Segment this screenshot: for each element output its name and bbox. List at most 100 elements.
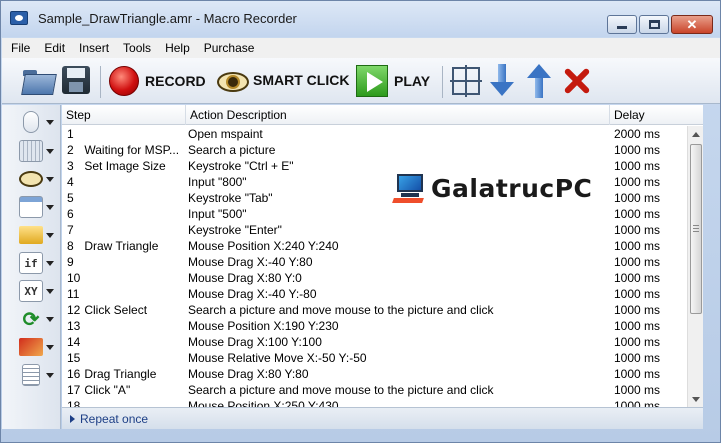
step-number: 1 — [67, 127, 74, 141]
step-cell: 7 — [67, 222, 187, 238]
scroll-down-button[interactable] — [688, 391, 704, 407]
move-down-button[interactable] — [490, 64, 514, 98]
move-up-button[interactable] — [527, 64, 551, 98]
step-number: 9 — [67, 255, 74, 269]
scrollbar-thumb[interactable] — [690, 144, 702, 314]
step-number: 3 — [67, 159, 74, 173]
menu-tools[interactable]: Tools — [116, 41, 158, 55]
step-number: 18 — [67, 399, 81, 407]
table-row[interactable]: 6 Input "500" 1000 ms — [62, 206, 703, 222]
window-action-button[interactable] — [19, 194, 61, 220]
save-icon — [62, 66, 90, 94]
loop-action-button[interactable]: ⟳ — [19, 306, 61, 332]
xy-action-button[interactable]: XY — [19, 278, 61, 304]
step-number: 8 — [67, 239, 74, 253]
step-label: Click Select — [84, 303, 148, 317]
action-description-cell: Mouse Position X:190 Y:230 — [188, 319, 339, 333]
mouse-action-button[interactable] — [19, 109, 61, 135]
table-row[interactable]: 18 Mouse Position X:250 Y:430 1000 ms — [62, 398, 703, 407]
menu-file[interactable]: File — [4, 41, 37, 55]
chevron-down-icon — [692, 396, 700, 402]
menu-help[interactable]: Help — [158, 41, 197, 55]
action-description-cell: Mouse Relative Move X:-50 Y:-50 — [188, 351, 367, 365]
save-button[interactable] — [62, 66, 90, 94]
play-label: PLAY — [394, 73, 431, 89]
smart-click-button[interactable]: SMART CLICK — [217, 70, 350, 92]
repeat-option-link[interactable]: Repeat once — [80, 412, 148, 426]
step-cell: 12 Click Select — [67, 302, 187, 318]
action-description-cell: Mouse Drag X:80 Y:0 — [188, 271, 302, 285]
keyboard-action-button[interactable] — [19, 138, 61, 164]
table-row[interactable]: 12 Click Select Search a picture and move… — [62, 302, 703, 318]
table-row[interactable]: 13 Mouse Position X:190 Y:230 1000 ms — [62, 318, 703, 334]
close-icon: ✕ — [686, 17, 698, 32]
table-row[interactable]: 1 Open mspaint 2000 ms — [62, 126, 703, 142]
table-row[interactable]: 2 Waiting for MSP... Search a picture 1000… — [62, 142, 703, 158]
table-row[interactable]: 9 Mouse Drag X:-40 Y:80 1000 ms — [62, 254, 703, 270]
chevron-down-icon — [46, 204, 54, 210]
delay-cell: 1000 ms — [614, 271, 661, 285]
menu-insert[interactable]: Insert — [72, 41, 116, 55]
keyboard-icon — [19, 140, 43, 162]
smart-click-label: SMART CLICK — [253, 72, 350, 88]
flag-action-button[interactable] — [19, 334, 61, 360]
loop-icon: ⟳ — [22, 307, 40, 331]
table-row[interactable]: 4 Input "800" 1000 ms — [62, 174, 703, 190]
step-number: 17 — [67, 383, 81, 397]
play-icon — [356, 65, 388, 97]
step-number: 12 — [67, 303, 81, 317]
table-row[interactable]: 3 Set Image Size Keystroke "Ctrl + E" 1000… — [62, 158, 703, 174]
step-cell: 9 — [67, 254, 187, 270]
title-bar[interactable]: Sample_DrawTriangle.amr - Macro Recorder… — [1, 1, 720, 37]
table-row[interactable]: 16 Drag Triangle Mouse Drag X:80 Y:80 1000… — [62, 366, 703, 382]
action-description-cell: Mouse Drag X:-40 Y:80 — [188, 255, 313, 269]
file-action-button[interactable] — [19, 222, 61, 248]
step-cell: 14 — [67, 334, 187, 350]
delay-cell: 1000 ms — [614, 159, 661, 173]
maximize-button[interactable] — [639, 15, 669, 34]
column-header-action[interactable]: Action Description — [186, 105, 610, 125]
play-button[interactable]: PLAY — [356, 65, 430, 97]
delay-cell: 1000 ms — [614, 143, 661, 157]
table-row[interactable]: 17 Click "A" Search a picture and move mo… — [62, 382, 703, 398]
minimize-button[interactable] — [607, 15, 637, 34]
table-row[interactable]: 8 Draw Triangle Mouse Position X:240 Y:24… — [62, 238, 703, 254]
select-button[interactable] — [450, 65, 482, 97]
xy-icon: XY — [19, 280, 43, 302]
delete-button[interactable] — [560, 65, 592, 97]
table-row[interactable]: 14 Mouse Drag X:100 Y:100 1000 ms — [62, 334, 703, 350]
table-row[interactable]: 5 Keystroke "Tab" 1000 ms — [62, 190, 703, 206]
arrow-down-icon — [490, 64, 514, 98]
chevron-down-icon — [46, 232, 54, 238]
step-label: Click "A" — [84, 383, 131, 397]
delay-cell: 1000 ms — [614, 255, 661, 269]
smart-click-action-button[interactable] — [19, 166, 61, 192]
menu-purchase[interactable]: Purchase — [197, 41, 262, 55]
step-number: 7 — [67, 223, 74, 237]
table-row[interactable]: 7 Keystroke "Enter" 1000 ms — [62, 222, 703, 238]
step-number: 16 — [67, 367, 81, 381]
if-action-button[interactable]: if — [19, 250, 61, 276]
delay-cell: 1000 ms — [614, 335, 661, 349]
record-button[interactable]: RECORD — [109, 66, 206, 96]
column-header-delay[interactable]: Delay — [610, 105, 703, 125]
scroll-up-button[interactable] — [688, 126, 704, 142]
step-number: 15 — [67, 351, 81, 365]
table-row[interactable]: 15 Mouse Relative Move X:-50 Y:-50 1000 m… — [62, 350, 703, 366]
column-header-step[interactable]: Step — [62, 105, 186, 125]
action-description-cell: Mouse Drag X:100 Y:100 — [188, 335, 322, 349]
record-label: RECORD — [145, 73, 206, 89]
grip-icon — [693, 225, 699, 232]
open-button[interactable] — [23, 67, 55, 93]
delay-cell: 1000 ms — [614, 207, 661, 221]
table-row[interactable]: 10 Mouse Drag X:80 Y:0 1000 ms — [62, 270, 703, 286]
chevron-down-icon — [46, 260, 54, 266]
vertical-scrollbar[interactable] — [687, 126, 703, 407]
delay-cell: 1000 ms — [614, 351, 661, 365]
status-bar: Repeat once — [62, 407, 703, 429]
note-action-button[interactable] — [19, 362, 61, 388]
menu-edit[interactable]: Edit — [37, 41, 72, 55]
close-button[interactable]: ✕ — [671, 15, 713, 34]
table-row[interactable]: 11 Mouse Drag X:-40 Y:-80 1000 ms — [62, 286, 703, 302]
delay-cell: 1000 ms — [614, 367, 661, 381]
